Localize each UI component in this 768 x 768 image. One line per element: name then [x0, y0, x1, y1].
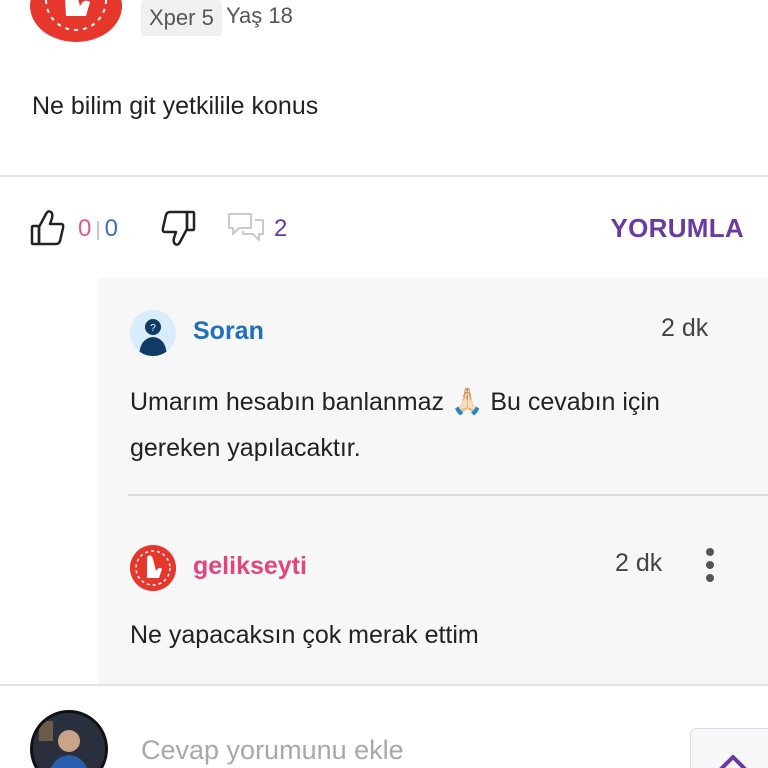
divider: [0, 684, 768, 686]
divider: [0, 175, 768, 177]
user-avatar: [30, 710, 108, 768]
more-vertical-icon[interactable]: [704, 548, 716, 582]
comment-text: Umarım hesabın banlanmaz 🙏🏻 Bu cevabın i…: [130, 378, 730, 471]
comment-text-line1: Umarım hesabın banlanmaz: [130, 388, 445, 416]
author-age: Yaş 18: [226, 3, 293, 28]
comment-button[interactable]: YORUMLA: [610, 213, 744, 244]
comment-count: 2: [274, 215, 288, 242]
comment-time: 2 dk: [661, 314, 709, 342]
comment-author[interactable]: Soran: [193, 317, 264, 346]
answer-author-avatar[interactable]: [30, 0, 122, 42]
thumbs-up-icon[interactable]: [30, 208, 66, 248]
pray-emoji: 🙏🏻: [451, 386, 484, 416]
dislike-count-value: 0: [104, 215, 118, 242]
like-count-value: 0: [78, 215, 92, 242]
comments-icon[interactable]: [226, 210, 266, 244]
answer-text: Ne bilim git yetkilile konus: [32, 92, 319, 120]
xper-level-label: Xper 5: [149, 5, 214, 30]
comment-text-line1b: Bu cevabın için: [490, 388, 660, 416]
comment-divider: [128, 494, 768, 496]
xper-level-badge: Xper 5: [141, 0, 222, 36]
like-count: 0 | 0: [78, 215, 118, 243]
chevron-up-icon: [719, 755, 747, 768]
comment-avatar[interactable]: ?: [130, 310, 176, 356]
comment-text-line2: gereken yapılacaktır.: [130, 434, 361, 462]
comment-author[interactable]: gelikseyti: [193, 552, 307, 581]
comment-text: Ne yapacaksın çok merak ettim: [130, 621, 479, 649]
svg-text:?: ?: [150, 323, 156, 334]
comment-time: 2 dk: [615, 549, 663, 577]
thumbs-down-icon[interactable]: [160, 208, 196, 248]
comment-avatar[interactable]: [130, 545, 176, 591]
reply-input[interactable]: [141, 730, 661, 768]
submit-button[interactable]: [690, 728, 768, 768]
count-separator: |: [95, 219, 101, 241]
screen: Xper 5 Yaş 18 Ne bilim git yetkilile kon…: [0, 0, 768, 768]
